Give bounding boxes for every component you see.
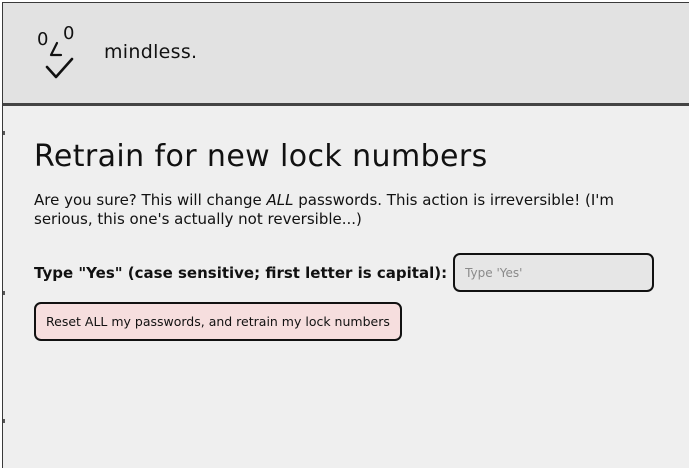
main-content: Retrain for new lock numbers Are you sur…: [34, 135, 654, 341]
warning-text-start: Are you sure? This will change: [34, 191, 267, 209]
app-header: 0 0 mindless.: [3, 3, 689, 106]
reset-passwords-button[interactable]: Reset ALL my passwords, and retrain my l…: [34, 302, 402, 341]
window-edge-mark: [3, 419, 5, 423]
warning-emphasis: ALL: [266, 191, 294, 209]
confirm-row: Type "Yes" (case sensitive; first letter…: [34, 253, 654, 292]
lock-dial-check-logo-icon[interactable]: 0 0: [35, 23, 83, 83]
page-title: Retrain for new lock numbers: [34, 139, 488, 174]
svg-text:0: 0: [37, 29, 48, 50]
window-edge-mark: [3, 131, 5, 135]
irreversible-warning: Are you sure? This will change ALL passw…: [34, 191, 654, 229]
confirm-label: Type "Yes" (case sensitive; first letter…: [34, 263, 448, 282]
brand-name: mindless.: [104, 41, 198, 63]
window-edge-mark: [3, 291, 5, 295]
svg-text:0: 0: [63, 23, 74, 44]
confirm-yes-input[interactable]: [453, 253, 654, 292]
app-window: 0 0 mindless. Retrain for new lock numbe…: [2, 2, 689, 468]
